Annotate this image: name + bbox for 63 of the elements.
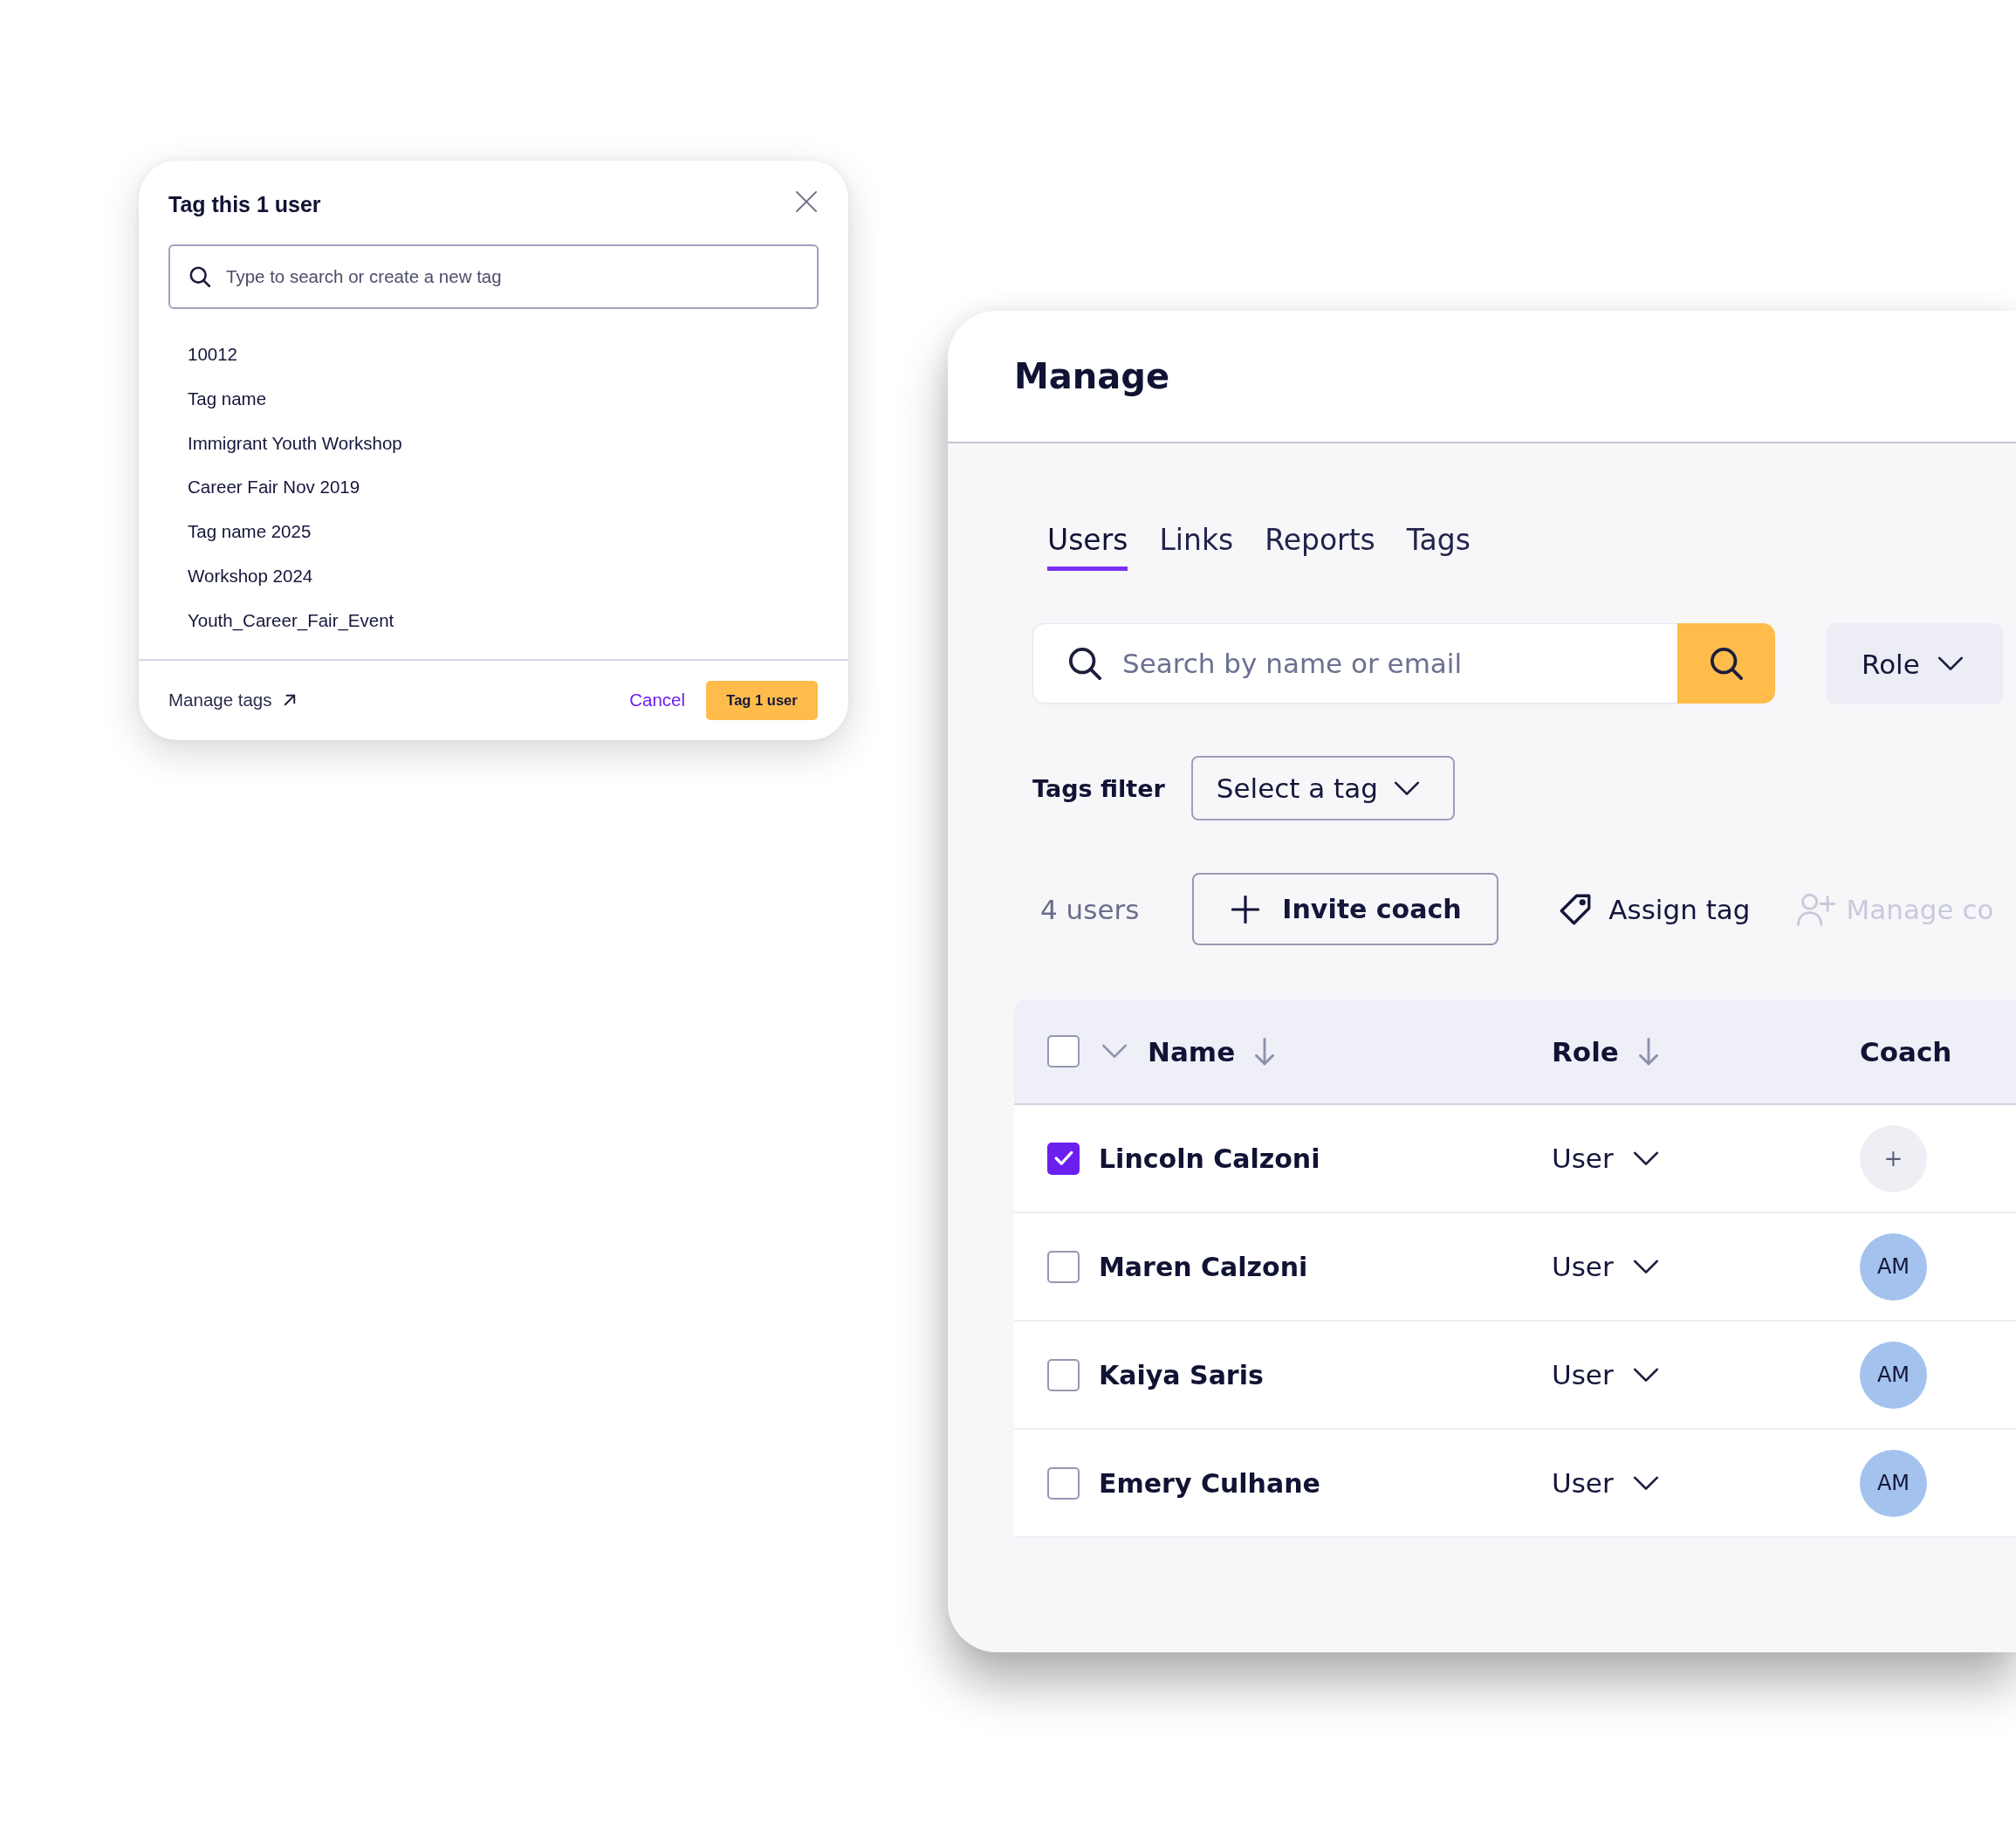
search-icon [1710,647,1743,680]
coach-avatar: AM [1860,1341,1927,1409]
manage-tags-link[interactable]: Manage tags [168,690,296,711]
chevron-down-icon [1632,1150,1659,1166]
cancel-link[interactable]: Cancel [629,690,685,711]
role-dropdown[interactable]: Role [1827,623,2003,704]
search-field[interactable]: Search by name or email [1032,623,1677,704]
tab[interactable]: Links [1159,523,1234,571]
role-select[interactable]: User [1552,1467,1659,1499]
sort-arrow-icon[interactable] [1637,1037,1659,1066]
tag-option[interactable]: Immigrant Youth Workshop [188,421,848,466]
tab[interactable]: Users [1047,523,1128,571]
chevron-down-icon [1632,1259,1659,1274]
chevron-down-icon [1632,1367,1659,1383]
row-checkbox[interactable] [1047,1250,1080,1283]
check-icon [1053,1150,1073,1166]
chevron-down-icon[interactable] [1101,1044,1128,1059]
select-all-checkbox[interactable] [1047,1035,1080,1068]
tag-user-button[interactable]: Tag 1 user [706,680,818,720]
role-select[interactable]: User [1552,1251,1659,1282]
tag-option[interactable]: Workshop 2024 [188,554,848,599]
column-header[interactable]: Role [1552,1035,1619,1068]
add-coach-button[interactable]: + [1860,1124,1927,1192]
search-icon [189,266,210,287]
assign-tag-button[interactable]: Assign tag [1560,893,1751,925]
role-select[interactable]: User [1552,1143,1659,1174]
tag-option[interactable]: Tag name 2025 [188,510,848,554]
sort-arrow-icon[interactable] [1254,1037,1276,1066]
chevron-down-icon [1937,656,1964,671]
role-select[interactable]: User [1552,1359,1659,1390]
plus-icon [1231,895,1260,923]
tag-search-field[interactable]: Type to search or create a new tag [168,244,819,309]
search-button[interactable] [1677,623,1775,704]
chevron-down-icon [1393,780,1420,796]
dialog-title: Tag this 1 user [168,191,321,217]
column-header[interactable]: Name [1148,1035,1236,1068]
tag-select[interactable]: Select a tag [1190,756,1455,820]
coach-avatar: AM [1860,1449,1927,1517]
arrow-icon [283,694,296,707]
tag-icon [1560,893,1592,925]
user-name: Emery Culhane [1099,1467,1320,1499]
invite-coach-button[interactable]: Invite coach [1192,873,1499,945]
user-name: Maren Calzoni [1099,1251,1308,1282]
chevron-down-icon [1632,1475,1659,1491]
tab[interactable]: Tags [1406,523,1471,571]
row-checkbox[interactable] [1047,1358,1080,1391]
tag-option[interactable]: Tag name [188,376,848,422]
tag-option[interactable]: Career Fair Nov 2019 [188,465,848,511]
tags-filter-label: Tags filter [1032,774,1165,802]
close-icon[interactable] [796,191,817,212]
user-name: Lincoln Calzoni [1099,1143,1320,1174]
tag-option[interactable]: 10012 [188,333,848,377]
row-checkbox[interactable] [1047,1466,1080,1500]
page-title: Manage [1014,356,1170,396]
tab[interactable]: Reports [1265,523,1375,571]
user-count: 4 users [1040,893,1140,925]
search-icon [1068,647,1101,680]
user-plus-icon [1797,892,1836,926]
column-header[interactable]: Coach [1860,1035,1952,1068]
user-name: Kaiya Saris [1099,1359,1264,1390]
tag-option[interactable]: Youth_Career_Fair_Event [188,598,848,643]
coach-avatar: AM [1860,1232,1927,1301]
row-checkbox[interactable] [1047,1142,1080,1175]
